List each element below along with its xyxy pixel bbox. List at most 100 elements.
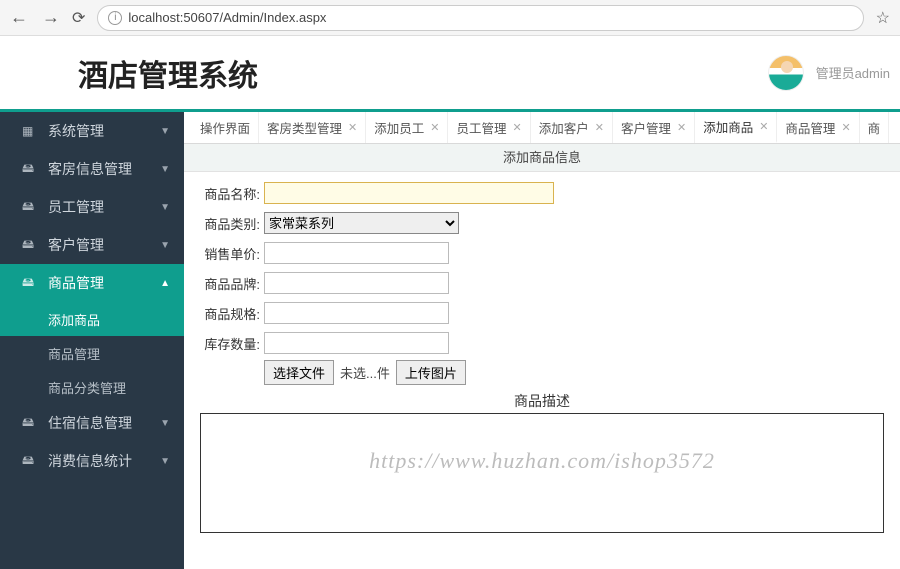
- close-icon[interactable]: ✕: [595, 121, 604, 134]
- tab-label: 商: [868, 118, 881, 137]
- chevron-down-icon: ▼: [160, 418, 170, 429]
- submenu-label: 商品分类管理: [48, 378, 126, 397]
- file-row: 选择文件 未选...件 上传图片: [194, 360, 890, 385]
- section-title: 添加商品信息: [184, 144, 900, 172]
- sidebar-item-customer[interactable]: 🖴 客户管理 ▼: [0, 226, 184, 264]
- submenu-product-manage[interactable]: 商品管理: [0, 336, 184, 370]
- label-category: 商品类别:: [194, 214, 260, 233]
- tab-bar: 操作界面 客房类型管理 ✕ 添加员工 ✕ 员工管理 ✕ 添加客户 ✕ 客户管理 …: [184, 112, 900, 144]
- case-icon: 🖴: [22, 235, 38, 256]
- page-header: 酒店管理系统 管理员admin: [0, 36, 900, 112]
- tab-add-staff[interactable]: 添加员工 ✕: [366, 112, 448, 143]
- close-icon[interactable]: ✕: [348, 121, 357, 134]
- case-icon: 🖴: [22, 413, 38, 434]
- select-category[interactable]: 家常菜系列: [264, 212, 459, 234]
- sidebar-item-system[interactable]: ▦ 系统管理 ▼: [0, 112, 184, 150]
- sidebar-item-label: 消费信息统计: [48, 451, 132, 471]
- case-icon: 🖴: [22, 197, 38, 218]
- tab-home[interactable]: 操作界面: [188, 112, 259, 143]
- label-price: 销售单价:: [194, 244, 260, 263]
- sidebar-item-label: 客房信息管理: [48, 159, 132, 179]
- row-product-name: 商品名称:: [194, 180, 890, 206]
- tab-label: 商品管理: [785, 118, 835, 137]
- chevron-up-icon: ▲: [160, 278, 170, 289]
- row-category: 商品类别: 家常菜系列: [194, 210, 890, 236]
- tab-label: 操作界面: [200, 118, 250, 137]
- submenu-label: 添加商品: [48, 310, 100, 329]
- submenu-label: 商品管理: [48, 344, 100, 363]
- username: 管理员admin: [816, 63, 890, 82]
- tab-label: 添加客户: [539, 118, 589, 137]
- input-spec[interactable]: [264, 302, 449, 324]
- submenu-product-category[interactable]: 商品分类管理: [0, 370, 184, 404]
- row-price: 销售单价:: [194, 240, 890, 266]
- sidebar-item-label: 系统管理: [48, 121, 104, 141]
- back-button[interactable]: ←: [10, 7, 28, 28]
- input-stock[interactable]: [264, 332, 449, 354]
- submenu-add-product[interactable]: 添加商品: [0, 302, 184, 336]
- sidebar-item-label: 住宿信息管理: [48, 413, 132, 433]
- choose-file-button[interactable]: 选择文件: [264, 360, 334, 385]
- close-icon[interactable]: ✕: [677, 121, 686, 134]
- input-brand[interactable]: [264, 272, 449, 294]
- tab-customer-manage[interactable]: 客户管理 ✕: [613, 112, 695, 143]
- tab-label: 客房类型管理: [267, 118, 342, 137]
- avatar[interactable]: [768, 55, 804, 91]
- tab-add-product[interactable]: 添加商品 ✕: [695, 112, 777, 143]
- form-area: 商品名称: 商品类别: 家常菜系列 销售单价: 商品品牌:: [184, 172, 900, 541]
- chevron-down-icon: ▼: [160, 456, 170, 467]
- browser-toolbar: ← → ⟳ i localhost:50607/Admin/Index.aspx…: [0, 0, 900, 36]
- url-text: localhost:50607/Admin/Index.aspx: [128, 10, 326, 25]
- close-icon[interactable]: ✕: [430, 121, 439, 134]
- case-icon: 🖴: [22, 451, 38, 472]
- tab-label: 员工管理: [456, 118, 506, 137]
- close-icon[interactable]: ✕: [759, 120, 768, 133]
- label-spec: 商品规格:: [194, 304, 260, 323]
- row-spec: 商品规格:: [194, 300, 890, 326]
- address-bar[interactable]: i localhost:50607/Admin/Index.aspx: [97, 5, 863, 31]
- watermark: https://www.huzhan.com/ishop3572: [201, 448, 883, 474]
- tab-label: 添加商品: [703, 117, 753, 136]
- site-info-icon[interactable]: i: [108, 11, 122, 25]
- tab-staff-manage[interactable]: 员工管理 ✕: [448, 112, 530, 143]
- file-status: 未选...件: [340, 363, 390, 382]
- case-icon: 🖴: [22, 159, 38, 180]
- sidebar-item-label: 客户管理: [48, 235, 104, 255]
- chevron-down-icon: ▼: [160, 240, 170, 251]
- case-icon: 🖴: [22, 273, 38, 294]
- reload-button[interactable]: ⟳: [72, 8, 85, 28]
- forward-button[interactable]: →: [42, 7, 60, 28]
- sidebar: ▦ 系统管理 ▼ 🖴 客房信息管理 ▼ 🖴 员工管理 ▼ 🖴 客户管理 ▼ 🖴 …: [0, 112, 184, 569]
- desc-title: 商品描述: [194, 391, 890, 411]
- sidebar-item-product[interactable]: 🖴 商品管理 ▲: [0, 264, 184, 302]
- tab-label: 客户管理: [621, 118, 671, 137]
- close-icon[interactable]: ✕: [841, 121, 850, 134]
- tab-overflow[interactable]: 商: [860, 112, 890, 143]
- description-editor[interactable]: https://www.huzhan.com/ishop3572: [200, 413, 884, 533]
- sidebar-item-stay[interactable]: 🖴 住宿信息管理 ▼: [0, 404, 184, 442]
- main-area: 操作界面 客房类型管理 ✕ 添加员工 ✕ 员工管理 ✕ 添加客户 ✕ 客户管理 …: [184, 112, 900, 569]
- tab-add-customer[interactable]: 添加客户 ✕: [531, 112, 613, 143]
- label-product-name: 商品名称:: [194, 184, 260, 203]
- sidebar-item-staff[interactable]: 🖴 员工管理 ▼: [0, 188, 184, 226]
- grid-icon: ▦: [22, 124, 38, 138]
- content: 添加商品信息 商品名称: 商品类别: 家常菜系列 销售单价: 商品品: [184, 144, 900, 569]
- row-brand: 商品品牌:: [194, 270, 890, 296]
- input-product-name[interactable]: [264, 182, 554, 204]
- tab-room-type[interactable]: 客房类型管理 ✕: [259, 112, 366, 143]
- sidebar-item-room-info[interactable]: 🖴 客房信息管理 ▼: [0, 150, 184, 188]
- tab-label: 添加员工: [374, 118, 424, 137]
- chevron-down-icon: ▼: [160, 202, 170, 213]
- close-icon[interactable]: ✕: [513, 121, 522, 134]
- sidebar-item-label: 商品管理: [48, 273, 104, 293]
- nav-arrows: ← →: [10, 7, 60, 28]
- tab-product-manage[interactable]: 商品管理 ✕: [777, 112, 859, 143]
- row-stock: 库存数量:: [194, 330, 890, 356]
- sidebar-item-consume[interactable]: 🖴 消费信息统计 ▼: [0, 442, 184, 480]
- upload-image-button[interactable]: 上传图片: [396, 360, 466, 385]
- chevron-down-icon: ▼: [160, 126, 170, 137]
- app-title: 酒店管理系统: [78, 51, 258, 95]
- input-price[interactable]: [264, 242, 449, 264]
- bookmark-icon[interactable]: ☆: [876, 8, 890, 28]
- label-stock: 库存数量:: [194, 334, 260, 353]
